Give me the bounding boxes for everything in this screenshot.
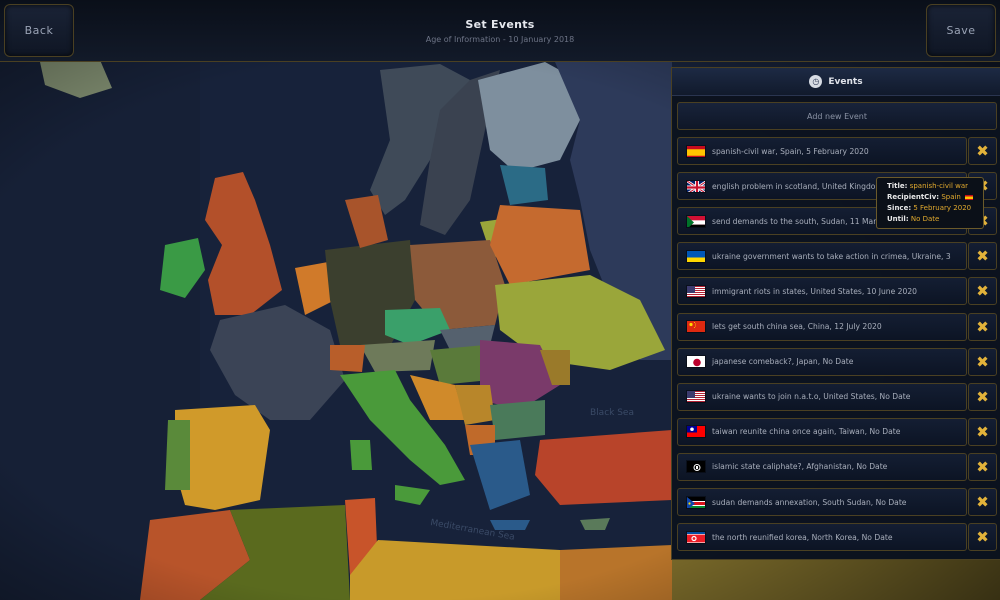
event-label: japanese comeback?, Japan, No Date [712,357,854,367]
event-row[interactable]: sudan demands annexation, South Sudan, N… [677,488,967,516]
tooltip-civ-key: RecipientCiv: [887,193,940,201]
event-label: the north reunified korea, North Korea, … [712,532,893,542]
event-row[interactable]: japanese comeback?, Japan, No Date [677,347,967,376]
delete-event-button[interactable]: ✖ [968,242,997,271]
events-panel-title: Events [828,76,863,87]
event-row[interactable]: the north reunified korea, North Korea, … [677,523,967,552]
event-label: lets get south china sea, China, 12 July… [712,322,882,331]
region-libya[interactable] [350,540,560,600]
tooltip-title-value: spanish-civil war [909,182,969,190]
north-korea-flag-icon [686,530,706,544]
tooltip-until-line: Until: No Date [887,214,983,225]
event-row[interactable]: islamic state caliphate?, Afghanistan, N… [677,452,967,481]
japan-flag-icon [686,355,706,369]
event-label: ukraine wants to join n.a.t.o, United St… [712,392,911,402]
event-tooltip: Title: spanish-civil war RecipientCiv: S… [876,177,984,229]
tooltip-since-key: Since: [887,204,912,212]
event-row[interactable]: taiwan reunite china once again, Taiwan,… [677,417,967,446]
region-turkey[interactable] [535,430,672,505]
page-subtitle: Age of Information - 10 January 2018 [425,35,575,44]
delete-event-button[interactable]: ✖ [968,488,997,516]
tooltip-title-key: Title: [887,182,908,190]
event-label: sudan demands annexation, South Sudan, N… [712,497,907,507]
add-event-button[interactable]: Add new Event [677,102,997,130]
south-sudan-flag-icon [686,495,706,509]
save-button[interactable]: Save [926,4,996,57]
tooltip-civ-value: Spain [941,193,961,201]
delete-event-button[interactable]: ✖ [968,347,997,376]
china-flag-icon [686,320,706,333]
sea-label-black: Black Sea [590,408,634,418]
page-title: Set Events [465,18,535,31]
event-row[interactable]: spanish-civil war, Spain, 5 February 202… [677,137,967,165]
event-label: immigrant riots in states, United States… [712,286,917,296]
delete-event-button[interactable]: ✖ [968,523,997,552]
usa-flag-icon [686,284,706,298]
event-label: ukraine government wants to take action … [712,251,951,261]
event-row[interactable]: ukraine wants to join n.a.t.o, United St… [677,382,967,411]
title-block: Set Events Age of Information - 10 Janua… [300,18,700,44]
event-label: spanish-civil war, Spain, 5 February 202… [712,146,869,156]
tooltip-until-value: No Date [910,215,940,223]
delete-event-button[interactable]: ✖ [968,452,997,481]
tooltip-title-line: Title: spanish-civil war [887,181,983,192]
event-row[interactable]: lets get south china sea, China, 12 July… [677,312,967,341]
delete-event-button[interactable]: ✖ [968,137,997,165]
spain-flag-icon [965,194,974,200]
back-button[interactable]: Back [4,4,74,57]
taiwan-flag-icon [686,425,706,439]
events-panel: ◷ Events Add new Event spanish-civil war… [671,67,1000,560]
delete-event-button[interactable]: ✖ [968,417,997,446]
usa-flag-icon [686,390,706,404]
tooltip-since-line: Since: 5 February 2020 [887,203,983,214]
tooltip-since-value: 5 February 2020 [913,204,972,212]
event-row[interactable]: ukraine government wants to take action … [677,242,967,271]
event-row[interactable]: immigrant riots in states, United States… [677,277,967,306]
delete-event-button[interactable]: ✖ [968,382,997,411]
uk-flag-icon [686,179,706,193]
sudan-flag-icon [686,214,706,228]
events-panel-header: ◷ Events [672,68,1000,96]
spain-flag-icon [686,144,706,158]
event-label: islamic state caliphate?, Afghanistan, N… [712,462,888,472]
delete-event-button[interactable]: ✖ [968,312,997,341]
top-bar: Back Set Events Age of Information - 10 … [0,0,1000,62]
tooltip-until-key: Until: [887,215,909,223]
afghanistan-flag-icon [686,460,706,474]
event-label: taiwan reunite china once again, Taiwan,… [712,427,901,437]
clock-icon: ◷ [809,75,823,88]
tooltip-civ-line: RecipientCiv: Spain [887,192,983,203]
delete-event-button[interactable]: ✖ [968,277,997,306]
ukraine-flag-icon [686,249,706,263]
